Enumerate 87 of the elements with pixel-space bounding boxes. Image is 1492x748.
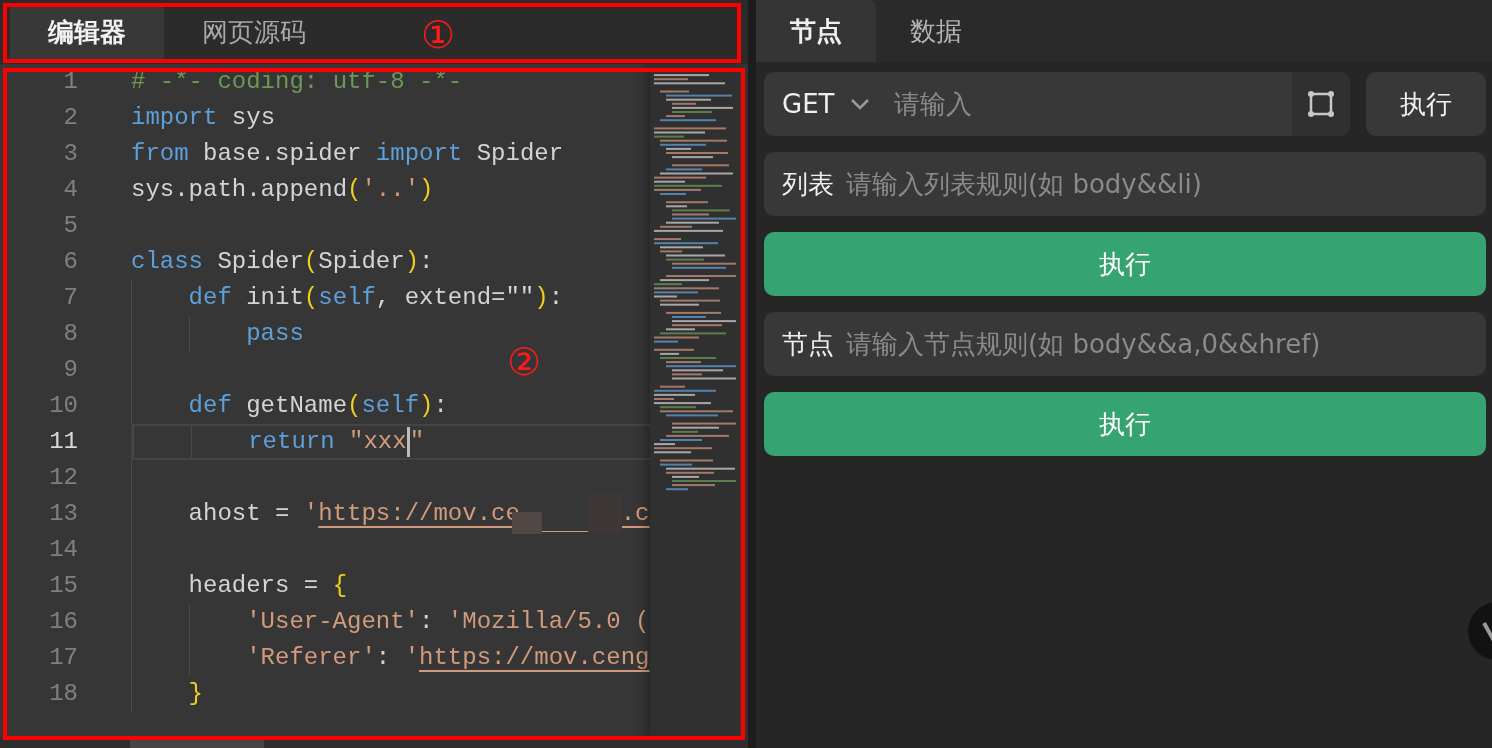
code-token: '..' [361,175,420,205]
line-number: 16 [48,607,78,637]
line-number: 7 [62,283,78,313]
line-number: 6 [62,247,78,277]
scrollbar-thumb[interactable] [130,738,264,748]
line-number: 15 [48,571,78,601]
code-token: getName [245,391,348,421]
rule-label: 列表 [782,167,834,201]
code-token: class [131,247,203,277]
square-corners-icon [1307,90,1335,118]
code-token: : [433,391,448,421]
code-token: sys.path.append [131,175,348,205]
annotation-number: ② [507,342,542,382]
code-token: 'User-Agent' [246,607,419,637]
line-number: 1 [62,67,78,97]
code-token: .c [620,499,650,529]
frame-button[interactable] [1292,72,1350,136]
code-token: https://mov.ce [318,499,520,529]
code-token: ( [303,283,319,313]
code-token: " [409,427,425,457]
code-token: # -*- coding: utf-8 -*- [131,67,463,97]
code-token: , extend="" [375,283,535,313]
code-token: ahost = [188,499,291,529]
code-token: self [318,283,376,313]
line-number: 2 [62,103,78,133]
line-number: 10 [48,391,78,421]
code-token: Spider [475,139,564,169]
rule-field[interactable]: 列表 请输入列表规则(如 body&&li) [764,152,1486,216]
code-token: Spider [216,247,304,277]
code-token: ) [419,391,434,421]
code-token: pass [246,319,304,349]
line-number: 3 [62,139,78,169]
redaction-block [587,494,622,534]
code-token: base.spider [202,139,363,169]
line-number: 12 [48,463,78,493]
code-token: ' [303,499,319,529]
code-token: ) [404,247,420,277]
code-token: ' [404,643,420,673]
code-token: : [419,607,435,637]
code-token: init [245,283,304,313]
code-token: "xxx [348,427,407,457]
line-number: 9 [62,355,78,385]
code-token: : [375,643,392,673]
line-number: 11 [48,427,78,457]
text-cursor [406,427,410,457]
code-token: ) [419,175,434,205]
execute-button[interactable]: 执行 [1366,72,1486,136]
line-number: 14 [48,535,78,565]
line-number: 17 [48,643,78,673]
code-token: return [248,427,335,457]
code-token: : [419,247,434,277]
code-token: ( [303,247,319,277]
code-token: def [188,283,232,313]
url-field[interactable]: GET 请输入 [764,72,1350,136]
panel-tab[interactable]: 节点 [756,0,876,62]
rule-field[interactable]: 节点 请输入节点规则(如 body&&a,0&&href) [764,312,1486,376]
code-token: self [361,391,420,421]
code-token: 'Mozilla/5.0 ( [447,607,650,637]
line-number: 8 [62,319,78,349]
code-token: import [375,139,463,169]
editor-tab[interactable]: 编辑器 [10,4,164,60]
code-token: https://mov.ceng [419,643,650,673]
line-number: 13 [48,499,78,529]
line-number: 5 [62,211,78,241]
code-token: import [131,103,218,133]
rule-input[interactable]: 请输入列表规则(如 body&&li) [846,152,1486,216]
code-token: ( [347,175,362,205]
annotation-number: ① [421,15,456,55]
code-token: Spider [318,247,405,277]
editor-tab[interactable]: 网页源码 [164,4,344,60]
code-token: { [332,571,348,601]
code-token: ) [534,283,549,313]
code-token: from [131,139,189,169]
chevron-down-icon [850,98,871,110]
code-token: sys [230,103,276,133]
code-token: 'Referer' [246,643,376,673]
rule-input[interactable]: 请输入节点规则(如 body&&a,0&&href) [846,312,1486,376]
code-token: ( [347,391,362,421]
panel-tab[interactable]: 数据 [876,0,996,62]
code-token: } [188,679,203,709]
code-token: def [188,391,232,421]
line-number: 4 [62,175,78,205]
method-dropdown[interactable]: GET [764,72,889,136]
code-token: : [548,283,564,313]
line-number: 18 [48,679,78,709]
rule-label: 节点 [782,327,834,361]
code-token: headers = [188,571,320,601]
